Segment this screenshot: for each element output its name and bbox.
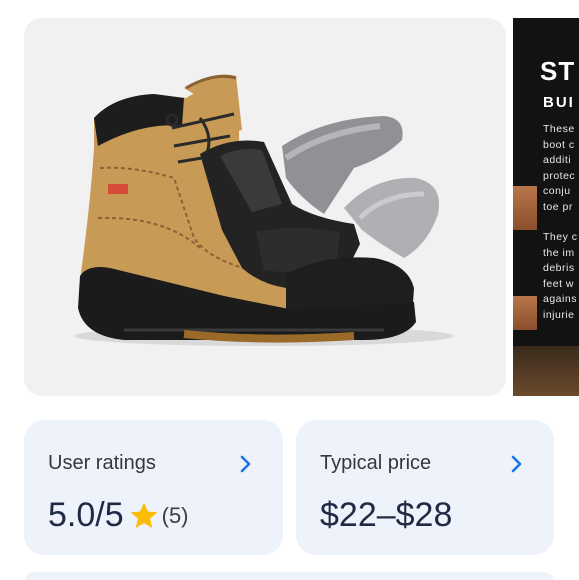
para-line: They c <box>543 231 578 243</box>
rating-value: 5.0/5 <box>48 496 124 534</box>
next-image-subtitle: BUI <box>543 94 575 111</box>
para-line: feet w <box>543 277 575 290</box>
para-line: the im <box>543 246 575 259</box>
para-line: debris <box>543 262 575 275</box>
para-line: These <box>543 123 575 135</box>
typical-price-label: Typical price <box>320 452 432 474</box>
typical-price-value: $22–$28 <box>320 496 453 534</box>
para-line: conju <box>543 185 571 198</box>
para-line: additi <box>543 154 572 167</box>
next-card-peek <box>24 572 554 580</box>
user-ratings-label: User ratings <box>48 452 156 474</box>
wood-texture <box>513 186 537 230</box>
para-line: toe pr <box>543 200 573 213</box>
chevron-right-icon[interactable] <box>236 452 256 476</box>
para-line: injurie <box>543 308 575 321</box>
typical-price-card[interactable]: Typical price $22–$28 <box>296 420 554 555</box>
product-image[interactable] <box>24 18 506 396</box>
rating-count: (5) <box>161 502 189 528</box>
chevron-right-icon[interactable] <box>507 452 527 476</box>
para-line: protec <box>543 169 576 182</box>
next-image-title: ST <box>540 56 576 86</box>
user-ratings-card[interactable]: User ratings 5.0/5 (5) <box>24 420 283 555</box>
wood-texture <box>513 296 537 330</box>
next-product-image[interactable]: ST BUI These boot c additi protec conju … <box>513 18 579 396</box>
star-icon <box>130 502 157 528</box>
next-image-paragraph-1: These boot c additi protec conju toe pr <box>543 122 575 216</box>
boot-illustration <box>74 74 454 346</box>
next-image-paragraph-2: They c the im debris feet w agains injur… <box>543 230 578 324</box>
para-line: agains <box>543 293 577 306</box>
ground-texture <box>513 346 579 396</box>
para-line: boot c <box>543 138 575 151</box>
rating-value-row: 5.0/5 (5) <box>48 496 189 535</box>
image-gallery[interactable]: ST BUI These boot c additi protec conju … <box>24 18 579 396</box>
